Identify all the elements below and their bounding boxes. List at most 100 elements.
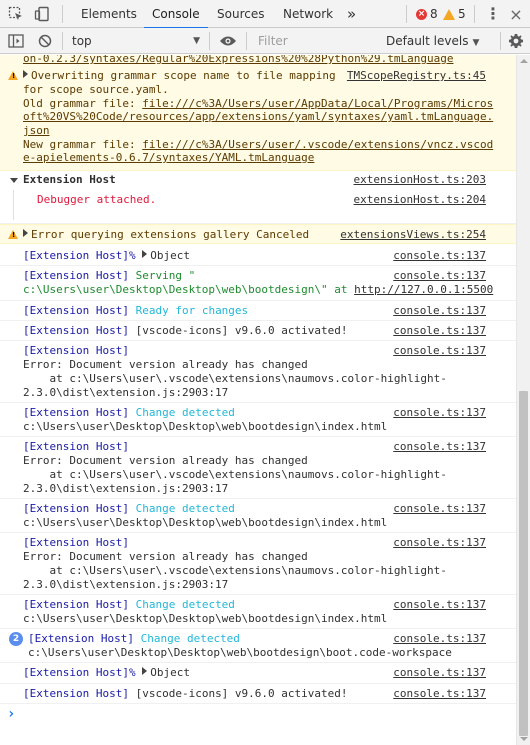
prompt-chevron-icon: › [7,706,16,722]
toolbar-divider [474,5,475,23]
group-title[interactable]: Extension Host [23,173,116,187]
console-prompt[interactable]: › [0,704,516,726]
url-link[interactable]: http://127.0.0.1:5500 [354,283,493,296]
source-link[interactable]: console.ts:137 [393,598,486,611]
message-text: [Extension Host] Serving " [23,269,196,282]
devtools-toolbar: Elements Console Sources Network » × 8 5… [0,0,530,29]
context-selector[interactable]: top ▼ [66,31,204,51]
console-log: [Extension Host] Ready for changes conso… [0,301,516,321]
tab-sources[interactable]: Sources [217,0,264,28]
message-text[interactable]: [Extension Host]% Object [23,666,190,680]
error-icon: × [416,8,427,20]
expand-triangle-icon [142,250,148,258]
source-link[interactable]: console.ts:137 [393,304,486,317]
device-toolbar-icon[interactable] [32,4,52,24]
source-link[interactable]: console.ts:137 [393,269,486,282]
message-text: [Extension Host] [23,536,129,549]
show-sidebar-icon[interactable] [6,31,26,51]
expand-triangle-icon [23,70,28,78]
toolbar-divider [500,32,501,50]
message-text: 2.3.0\dist\extension.js:2903:17 [23,578,229,591]
source-link[interactable]: extensionsViews.ts:254 [340,228,486,241]
source-link[interactable]: console.ts:137 [393,344,486,357]
source-link[interactable]: console.ts:137 [393,249,486,262]
source-link[interactable]: console.ts:137 [393,687,486,700]
source-link[interactable]: console.ts:137 [393,632,486,645]
warning-count: 5 [458,7,466,21]
expand-triangle-icon [142,667,148,675]
inspect-element-icon[interactable] [6,4,26,24]
filter-input[interactable] [254,31,374,51]
message-text: c:\Users\user\Desktop\Desktop\web\bootde… [23,283,494,296]
scroll-down-arrow-icon[interactable] [520,737,528,741]
console-log: [Extension Host] console.ts:137 Error: D… [0,341,516,403]
warning-counter[interactable]: 5 [443,0,466,28]
repeat-count-badge: 2 [9,632,23,646]
console-scrollbar[interactable] [516,55,530,745]
console-messages: on-0.2.3/syntaxes/Regular%20Expressions%… [0,55,516,745]
message-text: 2.3.0\dist\extension.js:2903:17 [23,386,229,399]
message-text: at c:\Users\user\.vscode\extensions\naum… [23,564,447,577]
message-text[interactable]: Overwriting grammar scope name to file m… [23,69,336,83]
toolbar-divider [406,5,407,23]
more-tabs-button[interactable]: » [347,0,356,28]
toolbar-divider [209,32,210,50]
toolbar-divider [62,32,63,50]
tab-network[interactable]: Network [283,0,333,28]
message-text: for scope source.yaml. [23,83,169,96]
log-levels-dropdown[interactable]: Default levels ▼ [386,31,479,51]
collapse-triangle-icon[interactable] [10,178,18,183]
group-indent-line [13,190,14,220]
console-settings-gear-icon[interactable] [506,31,526,51]
message-text: Error: Document version already has chan… [23,358,308,371]
source-link[interactable]: console.ts:137 [393,406,486,419]
console-warning: Error querying extensions gallery Cancel… [0,224,516,244]
message-link[interactable]: json [23,124,50,138]
message-text: [Extension Host] Change detected [28,632,240,645]
console-log: [Extension Host] console.ts:137 Error: D… [0,437,516,499]
customize-menu-icon[interactable]: ⋮ [485,0,501,28]
source-link[interactable]: console.ts:137 [393,502,486,515]
message-link[interactable]: e-apielements-0.6.7/syntaxes/YAML.tmLang… [23,151,314,165]
clear-console-icon[interactable] [35,31,55,51]
live-expression-eye-icon[interactable] [218,31,238,51]
chevron-down-icon: ▼ [193,36,200,46]
console-log: [Extension Host]% Object console.ts:137 [0,245,516,266]
message-text: [Extension Host] Change detected [23,406,235,419]
message-text[interactable]: on-0.2.3/syntaxes/Regular%20Expressions%… [23,55,453,66]
source-link[interactable]: extensionHost.ts:203 [354,173,486,186]
message-text: [Extension Host] [vscode-icons] v9.6.0 a… [23,687,348,700]
console-log: [Extension Host] Change detected console… [0,499,516,533]
source-link[interactable]: extensionHost.ts:204 [354,193,486,206]
message-text: at c:\Users\user\.vscode\extensions\naum… [23,468,447,481]
message-text: [Extension Host] Change detected [23,502,235,515]
console-log: [Extension Host] Change detected console… [0,595,516,629]
message-text: [Extension Host] Change detected [23,598,235,611]
console-log: [Extension Host] console.ts:137 Error: D… [0,533,516,595]
log-levels-label: Default levels [386,34,469,48]
source-link[interactable]: console.ts:137 [393,536,486,549]
error-count: 8 [430,7,438,21]
toolbar-divider [246,32,247,50]
message-text: New grammar file: file:///c%3A/Users/use… [23,138,494,151]
warning-icon [443,8,455,20]
source-link[interactable]: console.ts:137 [393,666,486,679]
message-text: [Extension Host] Ready for changes [23,304,249,317]
scroll-up-arrow-icon[interactable] [520,59,528,63]
message-link[interactable]: oft%20VS%20Code/resources/app/extensions… [23,110,493,124]
tab-elements[interactable]: Elements [81,0,137,28]
close-icon[interactable]: × [506,4,526,24]
tab-console[interactable]: Console [144,0,208,29]
scrollbar-thumb[interactable] [519,391,528,736]
message-text: Old grammar file: file:///c%3A/Users/use… [23,97,494,110]
message-text: c:\Users\user\Desktop\Desktop\web\bootde… [23,420,388,433]
source-link[interactable]: console.ts:137 [393,324,486,337]
message-text: Error: Document version already has chan… [23,550,308,563]
console-group: Extension Host extensionHost.ts:203 Debu… [0,172,516,224]
source-link[interactable]: console.ts:137 [393,440,486,453]
message-text[interactable]: Error querying extensions gallery Cancel… [23,228,309,242]
error-counter[interactable]: × 8 [416,0,438,28]
message-text[interactable]: [Extension Host]% Object [23,249,190,263]
source-link[interactable]: TMScopeRegistry.ts:45 [347,69,486,82]
message-text: c:\Users\user\Desktop\Desktop\web\bootde… [23,516,388,529]
